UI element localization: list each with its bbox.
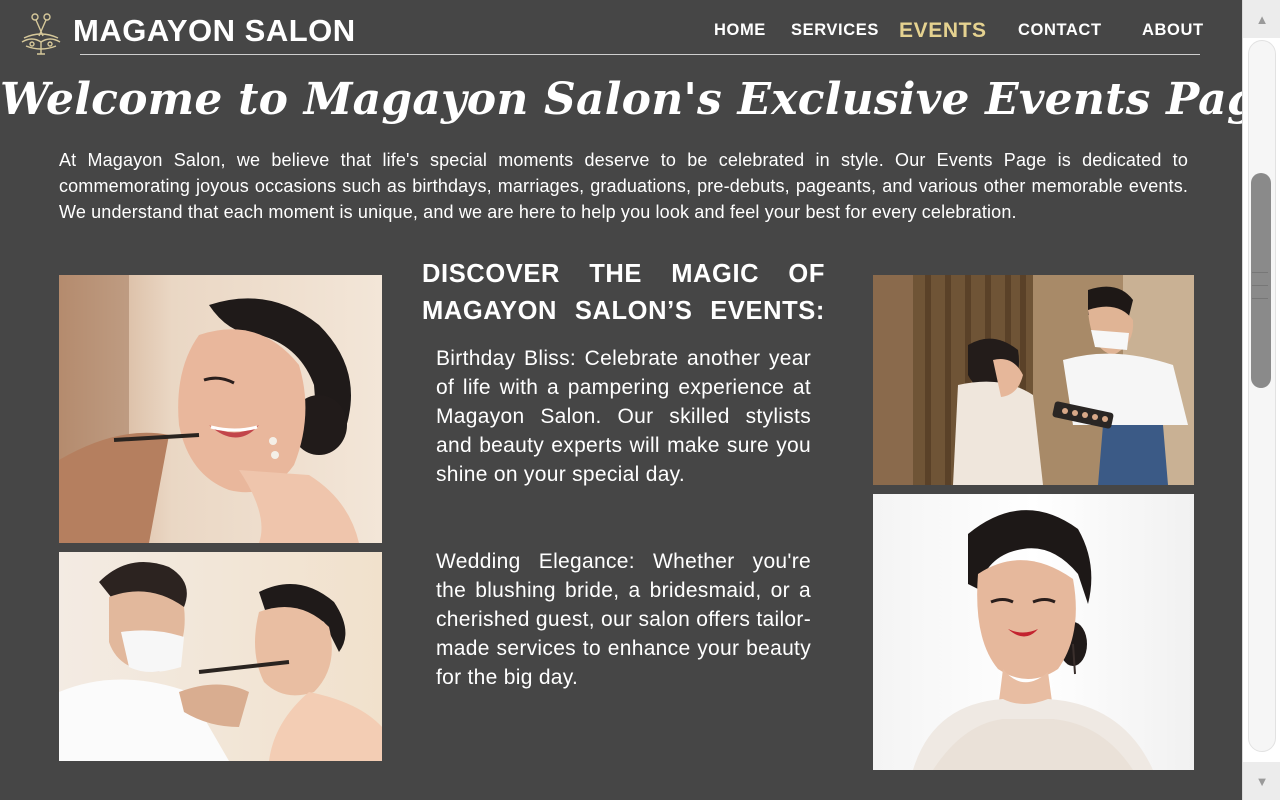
scroll-thumb[interactable] (1251, 173, 1271, 388)
event-wedding-description: Wedding Elegance: Whether you're the blu… (436, 550, 811, 689)
section-heading: DISCOVER THE MAGIC OF MAGAYON SALON’S EV… (422, 256, 825, 330)
photo-artist-with-palette (873, 275, 1194, 485)
scroll-thumb-grip (1252, 272, 1268, 273)
section-heading-line-1: DISCOVER THE MAGIC OF (422, 260, 825, 288)
photo-artist-at-work (59, 552, 382, 761)
header-divider (80, 54, 1200, 55)
scroll-track[interactable] (1248, 40, 1276, 752)
section-heading-line-2: MAGAYON SALON’S EVENTS: (422, 297, 825, 325)
scroll-thumb-grip (1252, 285, 1268, 286)
photo-bride-portrait (873, 494, 1194, 770)
arrow-down-icon[interactable]: ▼ (1243, 762, 1280, 800)
nav-contact[interactable]: CONTACT (1018, 21, 1102, 40)
nav-about[interactable]: ABOUT (1142, 21, 1204, 40)
arrow-up-icon[interactable]: ▲ (1243, 0, 1280, 38)
photo-makeup-closeup (59, 275, 382, 543)
scroll-thumb-grip (1252, 298, 1268, 299)
events-page: MAGAYON SALON HOME SERVICES EVENTS CONTA… (0, 0, 1242, 800)
event-birthday-description: Birthday Bliss: Celebrate another year o… (436, 347, 811, 486)
nav-events[interactable]: EVENTS (899, 19, 987, 43)
page-scrollbar[interactable]: ▲ ▼ (1242, 0, 1280, 800)
intro-paragraph: At Magayon Salon, we believe that life's… (59, 150, 1188, 222)
nav-home[interactable]: HOME (714, 21, 766, 40)
page-title: Welcome to Magayon Salon's Exclusive Eve… (0, 74, 1242, 125)
nav-services[interactable]: SERVICES (791, 21, 879, 40)
main-nav: HOME SERVICES EVENTS CONTACT ABOUT (0, 19, 1242, 45)
